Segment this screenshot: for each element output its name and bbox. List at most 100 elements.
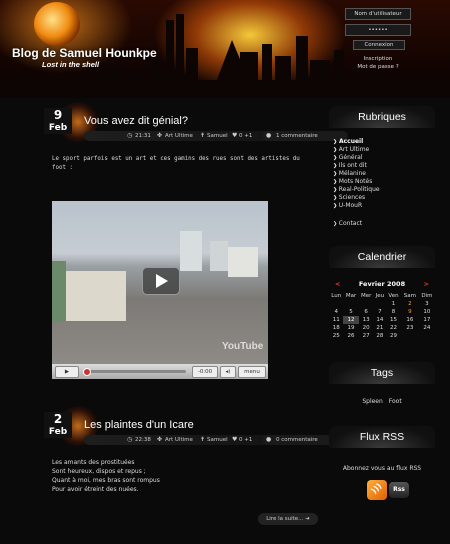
register-link[interactable]: Inscription [345,55,411,63]
calendar-weekday: Dim [421,293,433,299]
blog-title[interactable]: Blog de Samuel Hounkpe [12,46,157,60]
calendar-day: 29 [390,333,398,339]
calendar-day: 10 [423,309,431,315]
calendar-grid: Lun Mar Mer Jeu Ven Sam Dim 1 2 3 4 5 6 7 8 9 10 11 12 13 1… [329,292,435,340]
excerpt-line: Quant à moi, mes bras sont rompus [52,477,160,484]
play-overlay-button[interactable] [142,267,180,295]
post-day: 9 [53,108,63,122]
calendar-day: 14 [376,317,384,323]
comment-icon: ● [266,436,272,443]
category-item-ils-ont-dit[interactable]: Ils ont dit [333,162,380,170]
video-controls: ▶ -0:00 ◂) menu [52,364,268,379]
calendar-day: 4 [334,309,338,315]
post-category[interactable]: Art Ultime [165,435,193,445]
post-category[interactable]: Art Ultime [165,131,193,141]
post-votes[interactable]: 0 +1 [239,131,252,141]
calendar-day: 26 [347,333,355,339]
post-title[interactable]: Vous avez dit génial? [84,115,188,127]
heart-icon: ♥ [232,436,238,443]
calendar-day: 3 [425,301,429,307]
calendar-widget: < Fevrier 2008 > Lun Mar Mer Jeu Ven Sam Dim 1… [329,280,435,340]
calendar-week-row: 123 [329,300,435,308]
calendar-day: 1 [391,301,396,307]
post-time: 21:31 [135,133,151,139]
excerpt-line: Les amants des prostituées [52,459,135,466]
read-more-label: Lire la suite... [266,516,304,522]
calendar-week-row: 11 12 13 14 15 16 17 [329,316,435,324]
post-votes[interactable]: 0 +1 [239,435,252,445]
folder-icon: ✤ [157,132,163,139]
video-time: -0:00 [192,366,218,378]
tag-link[interactable]: Spleen [362,398,382,405]
category-item-mots-notes[interactable]: Mots Notés [333,178,380,186]
calendar-day: 17 [423,317,431,323]
tags-heading: Tags [329,362,435,384]
calendar-day: 22 [390,325,398,331]
calendar-weekday: Sam [403,293,416,299]
calendar-day: 12 [343,316,359,324]
user-icon: ✝ [200,436,206,443]
login-form: Connexion Inscription Mot de passe ? [345,8,411,71]
blog-logo-icon[interactable] [34,2,80,46]
calendar-week-row: 4 5 6 7 8 9 10 [329,308,435,316]
contact-link[interactable]: Contact [333,220,362,227]
calendar-day[interactable]: 9 [401,308,419,316]
tag-link[interactable]: Foot [389,398,402,405]
tag-cloud: Spleen Foot [323,398,441,405]
category-item-general[interactable]: Général [333,154,380,162]
calendar-weekday: Ven [388,293,399,299]
calendar-month-label: Fevrier 2008 [358,280,406,288]
calendar-header: < Fevrier 2008 > [329,280,435,290]
calendar-day: 20 [362,325,370,331]
rss-badge[interactable]: Rss [389,482,409,498]
post-author[interactable]: Samuel [207,435,228,445]
category-item-accueil[interactable]: Accueil [333,138,380,146]
category-item-real-politique[interactable]: Real-Politique [333,186,380,194]
blog-subtitle: Lost in the shell [42,60,100,69]
password-field[interactable] [345,24,411,36]
category-item-art-ultime[interactable]: Art Ultime [333,146,380,154]
post-date: 9 Feb [44,108,72,134]
calendar-day[interactable]: 2 [401,300,419,308]
volume-icon[interactable]: ◂) [220,366,236,378]
post-author[interactable]: Samuel [207,131,228,141]
video-progress-track[interactable] [86,370,186,373]
comment-count-label: 1 commentaire [276,133,318,139]
calendar-day: 25 [332,333,340,339]
username-field[interactable] [345,8,411,20]
forgot-password-link[interactable]: Mot de passe ? [345,63,411,71]
calendar-prev-button[interactable]: < [335,280,340,288]
calendar-day: 28 [376,333,384,339]
video-menu-button[interactable]: menu [238,366,266,378]
calendar-heading: Calendrier [329,246,435,268]
calendar-weekday: Mar [345,293,357,299]
category-item-sciences[interactable]: Sciences [333,194,380,202]
login-button[interactable]: Connexion [353,40,405,50]
category-item-melanine[interactable]: Mélanine [333,170,380,178]
post-title[interactable]: Les plaintes d'un Icare [84,419,194,431]
calendar-day [374,300,386,308]
calendar-day: 5 [349,309,353,315]
rss-heading: Flux RSS [329,426,435,448]
calendar-day: 27 [362,333,370,339]
calendar-day: 23 [406,325,414,331]
video-scrubber-handle[interactable] [83,368,91,376]
post-date: 2 Feb [44,412,72,438]
heart-icon: ♥ [232,132,238,139]
calendar-day: 7 [378,309,382,315]
rss-subscribe-text[interactable]: Abonnez vous au flux RSS [323,465,441,472]
category-item-u-mour[interactable]: U-MouR [333,202,380,210]
folder-icon: ✤ [157,436,163,443]
post-excerpt: Le sport parfois est un art et ces gamin… [52,156,300,171]
youtube-video-player[interactable]: YouTube ▶ -0:00 ◂) menu [52,201,268,379]
calendar-weekday: Jeu [375,293,385,299]
calendar-day [343,300,358,308]
calendar-next-button[interactable]: > [424,280,429,288]
comment-icon: ● [266,132,272,139]
play-button[interactable]: ▶ [55,366,79,378]
calendar-day: 18 [332,325,340,331]
calendar-day: 8 [391,309,396,315]
read-more-button[interactable]: Lire la suite... ➜ [258,513,318,525]
post-time: 22:38 [135,437,151,443]
rss-feed-icon[interactable] [367,480,387,500]
